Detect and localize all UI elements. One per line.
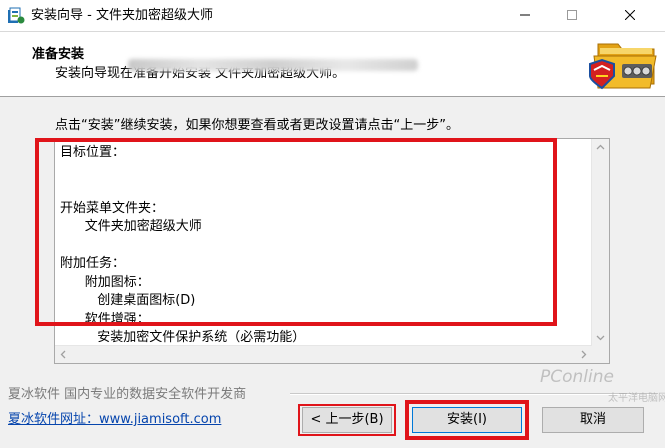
minimize-icon [520,14,530,16]
app-icon [7,7,25,25]
folder-lock-logo-icon [584,34,660,94]
watermark-text: PConline [540,367,614,387]
settings-summary-text: 目标位置： 开始菜单文件夹： 文件夹加密超级大师 附加任务： 附加图标： 创建桌… [60,145,306,345]
close-button[interactable] [607,0,653,31]
title-bar: 安装向导 - 文件夹加密超级大师 [0,0,665,32]
settings-summary-memo[interactable]: 目标位置： 开始菜单文件夹： 文件夹加密超级大师 附加任务： 附加图标： 创建桌… [54,138,610,364]
instruction-text: 点击“安装”继续安装，如果你想要查看或者更改设置请点击“上一步”。 [55,118,459,133]
scroll-corner [592,346,609,363]
wizard-body: 点击“安装”继续安装，如果你想要查看或者更改设置请点击“上一步”。 目标位置： … [0,97,665,367]
footer-divider [290,393,658,395]
company-slogan: 夏冰软件 国内专业的数据安全软件开发商 [8,387,247,402]
redacted-path [128,59,418,71]
cancel-button[interactable]: 取消 [542,407,644,433]
maximize-button[interactable] [549,0,595,31]
website-link[interactable]: 夏冰软件网址：www.jiamisoft.com [8,408,221,427]
install-button[interactable]: 安装(I) [412,407,522,433]
horizontal-scrollbar[interactable] [55,345,592,363]
maximize-icon [567,10,577,20]
scroll-down-icon[interactable] [592,329,609,346]
wizard-footer: 夏冰软件 国内专业的数据安全软件开发商 PConline 太平洋电脑网 夏冰软件… [0,367,665,448]
watermark-subtext: 太平洋电脑网 [608,393,665,404]
close-icon [625,10,635,20]
scroll-right-icon[interactable] [575,346,592,363]
minimize-button[interactable] [502,0,548,31]
scroll-up-icon[interactable] [592,139,609,156]
vertical-scrollbar[interactable] [591,139,609,346]
window-title: 安装向导 - 文件夹加密超级大师 [31,8,213,23]
scroll-left-icon[interactable] [55,346,72,363]
page-title: 准备安装 [32,47,85,62]
back-button[interactable]: < 上一步(B) [302,407,392,433]
